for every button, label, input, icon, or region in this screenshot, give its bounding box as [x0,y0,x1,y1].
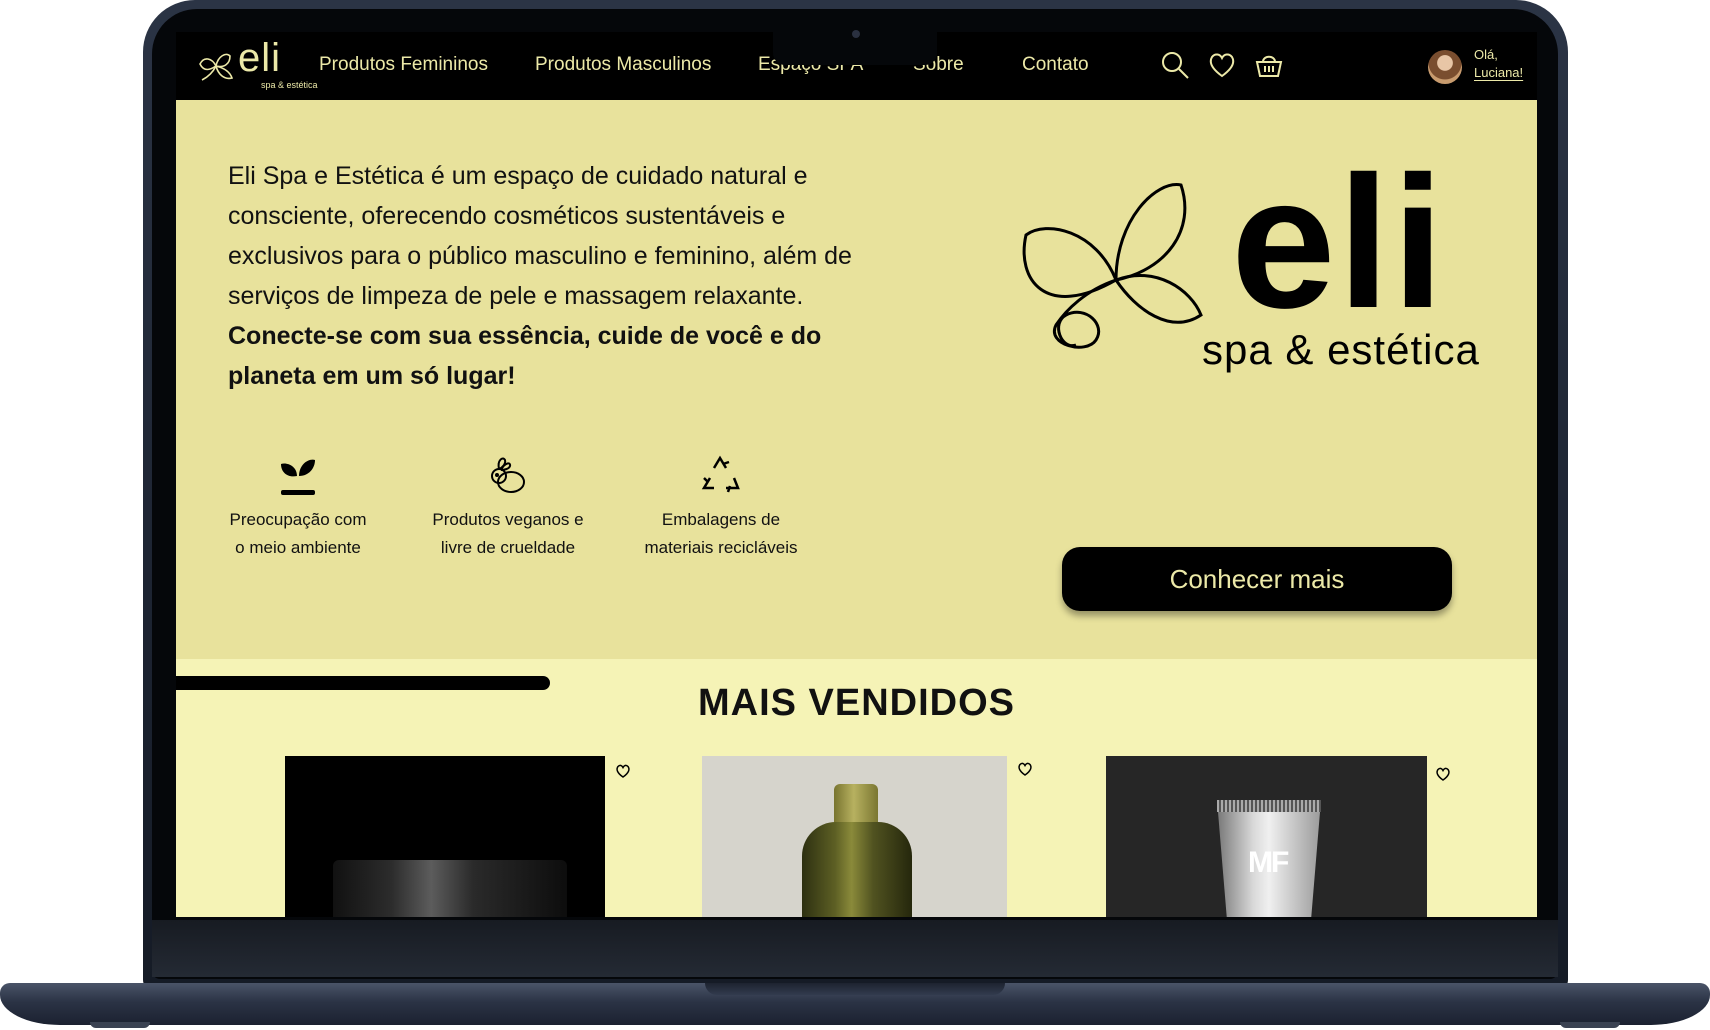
bottle-cap [834,784,878,824]
product-image [702,756,1007,917]
hero-section: Eli Spa e Estética é um espaço de cuidad… [176,100,1537,659]
search-icon[interactable] [1160,50,1190,80]
favorite-heart-icon[interactable] [1016,760,1034,778]
feature-label: Preocupação com o meio ambiente [198,506,398,562]
favorite-heart-icon[interactable] [1434,765,1452,783]
product-image: MF [1106,756,1427,917]
feature-eco: Preocupação com o meio ambiente [198,452,398,562]
nav-link-produtos-femininos[interactable]: Produtos Femininos [319,54,488,76]
tube-crimp [1217,800,1321,812]
hero-logo-wordmark: eli [1231,137,1447,347]
hero-logo-subtitle: spa & estética [1202,326,1480,373]
product-card[interactable] [285,756,605,917]
greeting-line: Olá, [1474,47,1498,62]
conhecer-mais-button[interactable]: Conhecer mais [1062,547,1452,611]
browser-screen: eli spa & estética Produtos Femininos Pr… [176,32,1537,917]
camera-icon [852,30,860,38]
laptop-foot [1560,1022,1620,1028]
nav-link-contato[interactable]: Contato [1022,54,1089,76]
product-card[interactable]: MF [1106,756,1427,917]
rabbit-icon [491,457,525,493]
product-card[interactable] [702,756,1007,917]
laptop-foot [90,1022,150,1028]
basket-icon[interactable] [1254,50,1284,80]
recycle-icon [701,455,740,493]
nav-link-produtos-masculinos[interactable]: Produtos Masculinos [535,54,711,76]
best-sellers-title: MAIS VENDIDOS [697,682,1016,724]
hero-tagline: Conecte-se com sua essência, cuide de vo… [228,322,822,390]
user-greeting[interactable]: Olá, Luciana! [1474,46,1523,82]
product-image [285,756,605,917]
hero-intro: Eli Spa e Estética é um espaço de cuidad… [228,162,852,310]
heart-icon[interactable] [1207,50,1237,80]
laptop-opening-groove [705,983,1005,995]
leaf-logo-icon [199,53,234,81]
brand-logo[interactable]: eli spa & estética [196,36,318,92]
feature-label-line: o meio ambiente [235,538,361,557]
feature-label-line: Preocupação com [229,510,367,529]
hero-description: Eli Spa e Estética é um espaço de cuidad… [228,156,898,396]
feature-recycle: Embalagens de materiais recicláveis [621,452,821,562]
feature-label: Produtos veganos e livre de crueldade [408,506,608,562]
feature-label-line: livre de crueldade [440,538,576,557]
user-avatar[interactable] [1428,50,1462,84]
feature-label-line: materiais recicláveis [644,538,798,557]
bottle [802,822,912,917]
cream-jar [333,860,567,917]
feature-label: Embalagens de materiais recicláveis [621,506,821,562]
laptop-chin [152,920,1558,977]
feature-label-line: Embalagens de [661,510,781,529]
user-name: Luciana! [1474,65,1524,80]
brand-subtitle: spa & estética [261,80,318,90]
favorite-heart-icon[interactable] [614,762,632,780]
brand-wordmark: eli [238,36,282,80]
sprout-icon [281,459,315,495]
tube-logo: MF [1248,846,1289,879]
feature-vegan: Produtos veganos e livre de crueldade [408,452,608,562]
feature-label-line: Produtos veganos e [432,510,584,529]
